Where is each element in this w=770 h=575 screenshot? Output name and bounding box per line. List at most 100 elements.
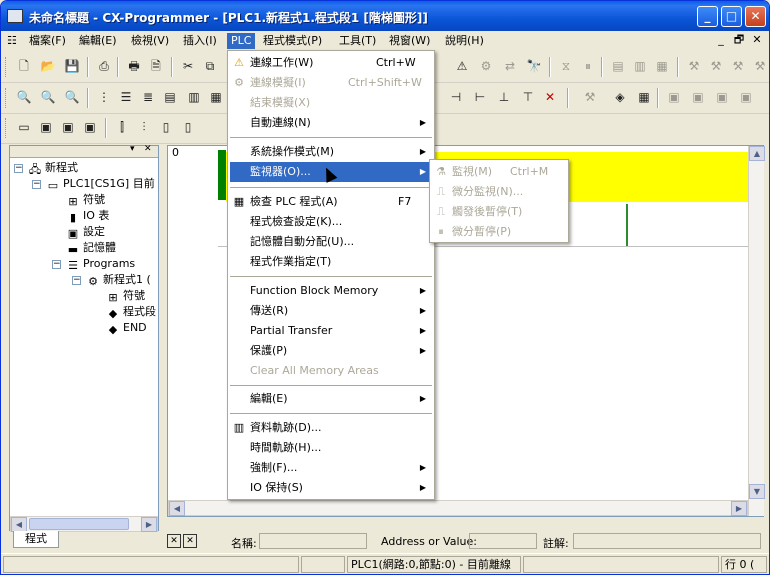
close-pane-icon[interactable]: ✕ — [183, 534, 197, 548]
save-icon[interactable]: 💾 — [63, 57, 81, 75]
expander-collapse-icon[interactable]: − — [52, 260, 61, 269]
ladder-horizontal-scrollbar[interactable]: ◀ ▶ — [168, 500, 748, 516]
vertical-line-icon[interactable]: ⊤ — [519, 88, 537, 106]
watch-window-icon[interactable]: ▣ — [59, 118, 77, 136]
minimize-button[interactable]: _ — [697, 6, 718, 27]
menu-item-time-chart[interactable]: 時間軌跡(H)... — [230, 438, 432, 458]
diagram-icon[interactable]: ◈ — [611, 88, 629, 106]
submenu-item-differential-monitor[interactable]: ⎍ 微分監視(N)... — [432, 182, 566, 202]
menu-item-end-simulation[interactable]: 結束模擬(X) — [230, 93, 432, 113]
title-bar[interactable]: 未命名標題 - CX-Programmer - [PLC1.新程式1.程式段1 … — [1, 1, 769, 31]
menu-item-auto-online[interactable]: 自動連線(N) ▶ — [230, 113, 432, 133]
tree-root[interactable]: 🖧 新程式 — [28, 160, 78, 176]
mode-debug-icon[interactable]: ⚒ — [751, 57, 769, 75]
tab-program[interactable]: 程式 — [13, 531, 59, 548]
toolbar-grip[interactable] — [5, 57, 8, 77]
expander-collapse-icon[interactable]: − — [72, 276, 81, 285]
monitor-icon[interactable]: ⧖ — [557, 57, 575, 75]
scroll-right-arrow-icon[interactable]: ▶ — [731, 501, 747, 516]
menu-item-transfer[interactable]: 傳送(R) ▶ — [230, 301, 432, 321]
project-workspace-icon[interactable]: ▭ — [15, 118, 33, 136]
tree-program-symbols[interactable]: ⊞ 符號 — [106, 288, 145, 304]
menu-view[interactable]: 檢視(V) — [127, 33, 173, 49]
mode-run-icon[interactable]: ⚒ — [729, 57, 747, 75]
force-on-icon[interactable]: ▣ — [713, 88, 731, 106]
expander-collapse-icon[interactable]: − — [14, 164, 23, 173]
tree-program1[interactable]: ⚙ 新程式1 ( — [86, 272, 151, 288]
menu-item-operating-mode[interactable]: 系統操作模式(M) ▶ — [230, 142, 432, 162]
monitor-window-icon[interactable]: ▤ — [161, 88, 179, 106]
scrollbar-thumb[interactable] — [29, 518, 129, 530]
menu-item-clear-all-memory[interactable]: Clear All Memory Areas — [230, 361, 432, 381]
symbol-view-icon[interactable]: ▯ — [157, 118, 175, 136]
online-edit-icon[interactable]: ⚒ — [581, 88, 599, 106]
menu-item-work-online[interactable]: ⚠ 連線工作(W) Ctrl+W — [230, 53, 432, 73]
app-icon[interactable] — [7, 9, 23, 23]
set-icon[interactable]: ▣ — [665, 88, 683, 106]
menu-file[interactable]: 檔案(F) — [25, 33, 70, 49]
simulator-icon[interactable]: ⚙ — [477, 57, 495, 75]
ladder-view-icon[interactable]: ⫿ — [113, 118, 131, 136]
compare-icon[interactable]: ▤ — [609, 57, 627, 75]
scroll-down-arrow-icon[interactable]: ▼ — [749, 484, 765, 499]
menu-insert[interactable]: 插入(I) — [179, 33, 221, 49]
pane-close-icon[interactable]: ✕ — [144, 144, 152, 154]
maximize-button[interactable]: □ — [721, 6, 742, 27]
show-comments-icon[interactable]: ☰ — [117, 88, 135, 106]
mdi-restore-button[interactable]: 🗗 — [731, 33, 747, 47]
expander-collapse-icon[interactable]: − — [32, 180, 41, 189]
menubar-icon[interactable]: ☷ — [3, 33, 21, 49]
menu-item-work-online-simulator[interactable]: ⚙ 連線模擬(I) Ctrl+Shift+W — [230, 73, 432, 93]
menu-item-force[interactable]: 強制(F)... ▶ — [230, 458, 432, 478]
pause-icon[interactable]: ⏸ — [579, 57, 597, 75]
cut-icon[interactable]: ✂ — [179, 57, 197, 75]
open-folder-icon[interactable]: 📂 — [39, 57, 57, 75]
menu-tools[interactable]: 工具(T) — [335, 33, 380, 49]
transfer-icon[interactable]: ⇄ — [501, 57, 519, 75]
comment-field[interactable] — [573, 533, 761, 549]
download-icon[interactable]: ▥ — [631, 57, 649, 75]
menu-item-edit[interactable]: 編輯(E) ▶ — [230, 389, 432, 409]
toolbar-grip[interactable] — [5, 118, 8, 138]
grid-icon[interactable]: ⋮ — [95, 88, 113, 106]
zoom-in-icon[interactable]: 🔍 — [15, 88, 33, 106]
menu-item-memory-allocation[interactable]: 記憶體自動分配(U)... — [230, 232, 432, 252]
menu-plc[interactable]: PLC — [227, 33, 256, 49]
find-icon[interactable]: 🔭 — [525, 57, 543, 75]
line-icon[interactable]: ⊥ — [495, 88, 513, 106]
mode-program-icon[interactable]: ⚒ — [685, 57, 703, 75]
copy-icon[interactable]: ⧉ — [201, 57, 219, 75]
menu-item-check-program[interactable]: ▦ 檢查 PLC 程式(A) F7 — [230, 192, 432, 212]
menu-item-io-hold[interactable]: IO 保持(S) ▶ — [230, 478, 432, 498]
address-reference-icon[interactable]: ▣ — [81, 118, 99, 136]
tree-plc[interactable]: ▭ PLC1[CS1G] 目前 — [46, 176, 155, 192]
menu-edit[interactable]: 編輯(E) — [75, 33, 121, 49]
page-preview-icon[interactable]: 🗎 — [147, 57, 165, 75]
menu-item-program-assignments[interactable]: 程式作業指定(T) — [230, 252, 432, 272]
mdi-close-button[interactable]: ✕ — [749, 33, 765, 47]
tree-horizontal-scrollbar[interactable]: ◀ ▶ — [10, 516, 158, 532]
scroll-right-arrow-icon[interactable]: ▶ — [141, 517, 157, 532]
close-button[interactable]: ✕ — [745, 6, 766, 27]
reset-icon[interactable]: ▣ — [689, 88, 707, 106]
upload-icon[interactable]: ▦ — [653, 57, 671, 75]
scroll-up-arrow-icon[interactable]: ▲ — [749, 146, 765, 161]
delete-line-icon[interactable]: ✕ — [541, 88, 559, 106]
zoom-fit-icon[interactable]: 🔍 — [63, 88, 81, 106]
scroll-left-arrow-icon[interactable]: ◀ — [169, 501, 185, 516]
submenu-item-monitoring[interactable]: ⚗ 監視(M) Ctrl+M — [432, 162, 566, 182]
memory-view-icon[interactable]: ▯ — [179, 118, 197, 136]
tree-program-end[interactable]: ◆ END — [106, 320, 147, 336]
tree-item-settings[interactable]: ▣ 設定 — [66, 224, 105, 240]
menu-window[interactable]: 視窗(W) — [385, 33, 434, 49]
menu-item-program-check-settings[interactable]: 程式檢查設定(K)... — [230, 212, 432, 232]
scroll-left-arrow-icon[interactable]: ◀ — [11, 517, 27, 532]
menu-item-partial-transfer[interactable]: Partial Transfer ▶ — [230, 321, 432, 341]
menu-help[interactable]: 說明(H) — [441, 33, 488, 49]
toolbar-grip[interactable] — [5, 88, 8, 108]
menu-item-function-block-memory[interactable]: Function Block Memory ▶ — [230, 281, 432, 301]
coil-icon[interactable]: ⊣ — [447, 88, 465, 106]
mode-monitor-icon[interactable]: ⚒ — [707, 57, 725, 75]
name-field[interactable] — [259, 533, 367, 549]
ladder-vertical-scrollbar[interactable]: ▲ ▼ — [748, 146, 765, 516]
